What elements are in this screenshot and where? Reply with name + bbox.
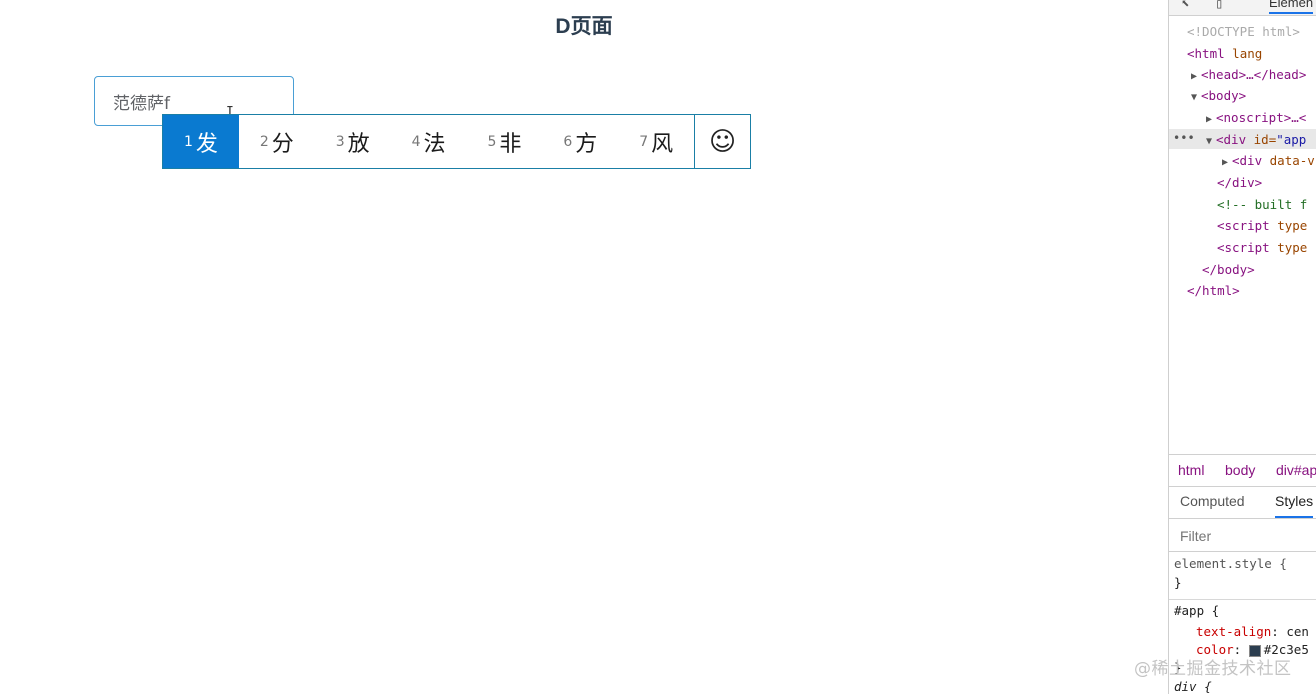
rule-close: } <box>1174 574 1182 592</box>
style-prop-text-align[interactable]: text-align: cen <box>1196 623 1309 641</box>
tag-text: <noscript>…< <box>1216 110 1307 125</box>
tag-text: <head>…</head> <box>1201 67 1307 82</box>
candidate-text: 风 <box>651 131 674 157</box>
attr-text: lang <box>1232 46 1263 61</box>
tab-elements[interactable]: Elemen <box>1269 0 1314 14</box>
candidate-text: 法 <box>423 131 446 157</box>
dom-script-2[interactable]: <script type <box>1217 239 1307 257</box>
styles-panel-tabs: Computed Styles <box>1169 486 1316 519</box>
emoji-icon[interactable]: ☺ <box>694 115 750 168</box>
ime-candidate-3[interactable]: 3 放 <box>315 115 391 168</box>
styles-filter <box>1169 519 1316 552</box>
rule-element-style[interactable]: element.style { <box>1174 555 1287 573</box>
brace-text: } <box>1174 575 1182 590</box>
tab-styles[interactable]: Styles <box>1275 493 1314 518</box>
candidate-text: 非 <box>499 131 522 157</box>
dom-body-close[interactable]: </body> <box>1202 261 1255 279</box>
dom-doctype[interactable]: <!DOCTYPE html> <box>1187 23 1300 41</box>
ime-candidate-6[interactable]: 6 方 <box>542 115 618 168</box>
dom-script-1[interactable]: <script type <box>1217 217 1307 235</box>
dom-div-app[interactable]: ▼ <div id="app <box>1206 131 1306 151</box>
candidate-text: 放 <box>347 131 370 157</box>
dom-div-close[interactable]: </div> <box>1217 174 1262 192</box>
selector-text: #app { <box>1174 603 1220 618</box>
candidate-text: 分 <box>271 131 294 157</box>
breadcrumb: html body div#ap <box>1169 454 1316 487</box>
tag-text: <script <box>1217 240 1270 255</box>
tag-text: <html <box>1187 46 1225 61</box>
candidate-number: 5 <box>487 133 497 150</box>
ime-candidate-4[interactable]: 4 法 <box>391 115 467 168</box>
dom-div-data[interactable]: ▶ <div data-v <box>1222 152 1315 172</box>
rule-app[interactable]: #app { <box>1174 602 1219 620</box>
tag-text: <div <box>1232 153 1263 168</box>
dom-html-open[interactable]: <html lang <box>1187 45 1262 63</box>
ime-candidate-bar: 1 发 2 分 3 放 4 法 5 非 6 方 7 风 ☺ <box>162 114 751 169</box>
candidate-number: 1 <box>183 133 193 150</box>
tag-text: </div> <box>1217 175 1263 190</box>
more-icon[interactable]: ••• <box>1173 131 1195 145</box>
ime-candidate-2[interactable]: 2 分 <box>239 115 315 168</box>
inspect-element-icon[interactable]: ⬉ <box>1181 0 1189 12</box>
ime-candidate-7[interactable]: 7 风 <box>618 115 694 168</box>
app-page: D页面 I 1 发 2 分 3 放 4 法 5 非 6 方 7 风 <box>0 0 1168 694</box>
collapse-triangle-icon[interactable]: ▼ <box>1191 89 1201 107</box>
selector-text: element.style { <box>1174 556 1287 571</box>
tag-text: </body> <box>1202 262 1255 277</box>
rule-div[interactable]: div { <box>1174 678 1212 694</box>
candidate-number: 3 <box>335 133 345 150</box>
devtools-panel: ⬉ ▯ Elemen ••• <!DOCTYPE html> <html lan… <box>1168 0 1316 694</box>
breadcrumb-div-app[interactable]: div#ap <box>1276 462 1316 478</box>
candidate-number: 2 <box>259 133 269 150</box>
attr-text: id= <box>1253 132 1277 147</box>
tab-computed[interactable]: Computed <box>1180 493 1245 509</box>
attr-value: "app <box>1276 132 1307 147</box>
breadcrumb-html[interactable]: html <box>1178 462 1204 478</box>
prop-name: text-align <box>1196 624 1272 639</box>
expand-triangle-icon[interactable]: ▶ <box>1206 111 1216 129</box>
breadcrumb-body[interactable]: body <box>1225 462 1255 478</box>
attr-text: type <box>1277 218 1308 233</box>
tag-text: <div <box>1216 132 1247 147</box>
expand-triangle-icon[interactable]: ▶ <box>1191 68 1201 86</box>
attr-text: type <box>1277 240 1308 255</box>
candidate-number: 7 <box>639 133 649 150</box>
selector-text: div { <box>1174 679 1212 694</box>
candidate-number: 4 <box>411 133 421 150</box>
dom-body-open[interactable]: ▼ <body> <box>1191 87 1246 107</box>
ime-candidate-5[interactable]: 5 非 <box>467 115 543 168</box>
tag-text: </html> <box>1187 283 1240 298</box>
tag-text: <script <box>1217 218 1270 233</box>
dom-html-close[interactable]: </html> <box>1187 282 1240 300</box>
dom-noscript[interactable]: ▶ <noscript>…< <box>1206 109 1306 129</box>
collapse-triangle-icon[interactable]: ▼ <box>1206 133 1216 151</box>
dom-head[interactable]: ▶ <head>…</head> <box>1191 66 1306 86</box>
prop-value: cen <box>1286 624 1309 639</box>
dom-comment[interactable]: <!-- built f <box>1217 196 1307 214</box>
attr-text: data-v <box>1269 153 1315 168</box>
ime-candidate-1[interactable]: 1 发 <box>163 115 239 168</box>
watermark: @稀土掘金技术社区 <box>1134 659 1292 679</box>
rule-divider <box>1169 599 1316 600</box>
candidate-number: 6 <box>563 133 573 150</box>
comment-text: <!-- built f <box>1217 197 1308 212</box>
candidate-text: 方 <box>575 131 598 157</box>
filter-input[interactable] <box>1178 527 1312 545</box>
tag-text: <body> <box>1201 88 1247 103</box>
doctype-text: <!DOCTYPE html> <box>1187 24 1300 39</box>
candidate-text: 发 <box>195 131 218 157</box>
devtools-toolbar: ⬉ ▯ Elemen <box>1169 0 1316 16</box>
device-toolbar-icon[interactable]: ▯ <box>1215 0 1223 12</box>
page-title: D页面 <box>555 15 613 38</box>
expand-triangle-icon[interactable]: ▶ <box>1222 154 1232 172</box>
